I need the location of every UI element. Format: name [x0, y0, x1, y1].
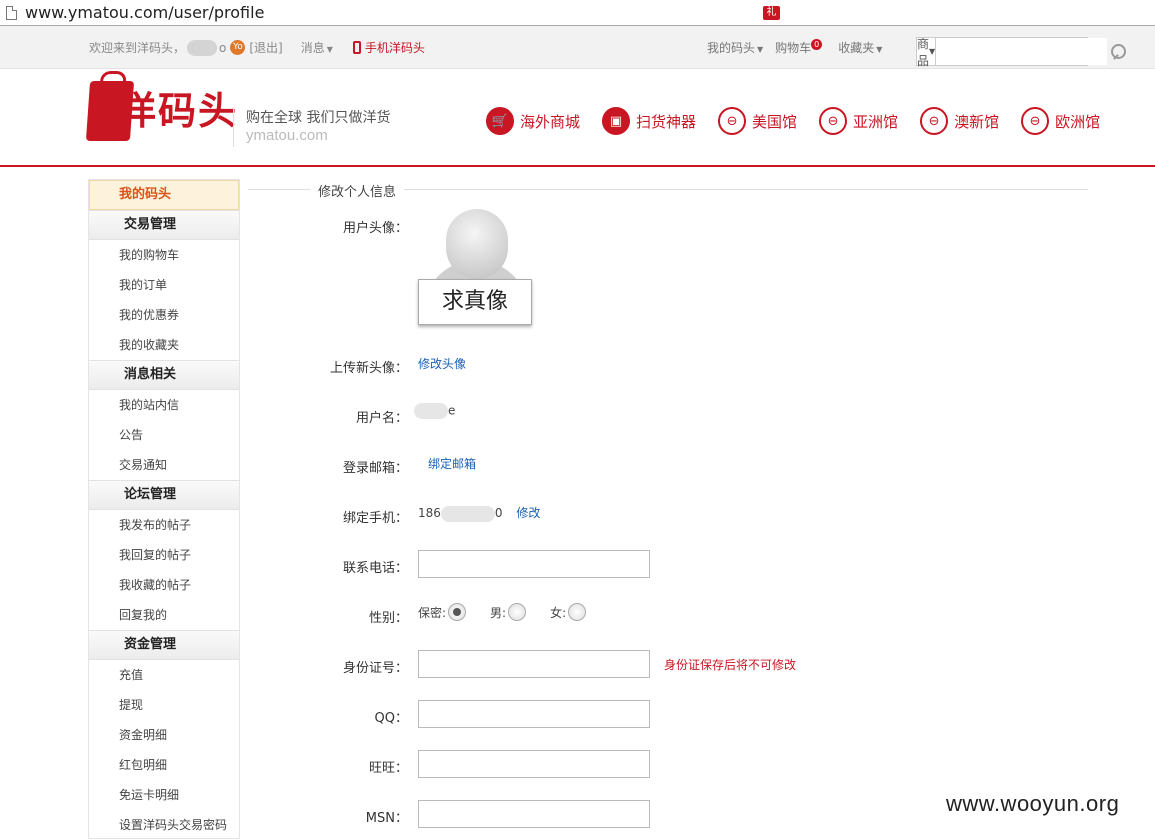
nav-europe-hall[interactable]: ⊖ 欧洲馆: [1021, 107, 1100, 135]
nav-overseas-mall[interactable]: 🛒 海外商城: [486, 107, 580, 135]
sidebar-item-redpacket-details[interactable]: 红包明细: [89, 750, 239, 780]
search-input[interactable]: [936, 38, 1108, 65]
nav-scan-tool[interactable]: ▣ 扫货神器: [602, 107, 696, 135]
bind-email-link[interactable]: 绑定邮箱: [428, 455, 476, 472]
username-redacted: [414, 403, 448, 419]
sidebar-section-messages: 消息相关: [89, 360, 239, 390]
avatar: 求真像: [418, 209, 532, 327]
gender-radio-female[interactable]: [568, 603, 587, 621]
search-category-select[interactable]: 商品 ▼: [917, 37, 937, 68]
url-text[interactable]: www.ymatou.com/user/profile: [25, 3, 264, 22]
main-nav: 🛒 海外商城 ▣ 扫货神器 ⊖ 美国馆 ⊖ 亚洲馆 ⊖ 澳新馆 ⊖ 欧洲馆: [486, 107, 1122, 135]
msn-label: MSN：: [365, 811, 408, 826]
globe-icon: ⊖: [819, 107, 848, 135]
gender-radio-male[interactable]: [508, 603, 527, 621]
mobile-app-link[interactable]: 手机洋码头: [365, 39, 425, 56]
wangwang-label: 旺旺：: [368, 761, 408, 776]
nav-anz-hall[interactable]: ⊖ 澳新馆: [920, 107, 999, 135]
qq-input[interactable]: [418, 700, 650, 728]
sidebar-item-replies-to-me[interactable]: 回复我的: [89, 600, 239, 630]
sidebar-section-funds: 资金管理: [89, 630, 239, 660]
username-label: 用户名：: [355, 411, 408, 426]
my-ymt-menu[interactable]: 我的码头 ▼: [707, 39, 763, 56]
sidebar-item-orders[interactable]: 我的订单: [89, 270, 239, 300]
sidebar-item-trade-password[interactable]: 设置洋码头交易密码: [89, 810, 239, 840]
msn-input[interactable]: [418, 800, 650, 828]
id-number-input[interactable]: [418, 650, 650, 678]
sidebar-item-fund-details[interactable]: 资金明细: [89, 720, 239, 750]
globe-icon: ⊖: [1021, 107, 1050, 135]
page-icon: [6, 5, 17, 20]
mobile-phone-icon: [352, 41, 361, 54]
welcome-text: 欢迎来到洋码头，: [89, 41, 186, 55]
sidebar-item-my-replies[interactable]: 我回复的帖子: [89, 540, 239, 570]
slogan-domain: ymatou.com: [246, 127, 328, 144]
phone-label: 绑定手机：: [342, 511, 408, 526]
email-label: 登录邮箱：: [342, 461, 408, 476]
site-logo[interactable]: 洋码头: [85, 81, 239, 141]
cart-count-badge: 0: [811, 39, 823, 50]
qq-label: QQ：: [374, 711, 408, 726]
sidebar-item-announcements[interactable]: 公告: [89, 420, 239, 450]
browser-address-bar[interactable]: www.ymatou.com/user/profile: [0, 0, 1155, 26]
change-avatar-link[interactable]: 修改头像: [418, 355, 466, 372]
username-suffix: o: [219, 40, 227, 55]
id-number-label: 身份证号：: [342, 661, 408, 676]
sidebar-section-forum: 论坛管理: [89, 480, 239, 510]
sidebar-item-cart[interactable]: 我的购物车: [89, 240, 239, 270]
sidebar-item-favorites[interactable]: 我的收藏夹: [89, 330, 239, 360]
logout-link[interactable]: [退出]: [249, 39, 282, 56]
nav-asia-hall[interactable]: ⊖ 亚洲馆: [819, 107, 898, 135]
cart-icon: 🛒: [486, 107, 514, 135]
sidebar-top-my-ymt[interactable]: 我的码头: [89, 180, 239, 210]
slogan: 购在全球 我们只做洋货 ymatou.com: [233, 107, 390, 147]
favorites-menu[interactable]: 收藏夹 ▼: [838, 39, 882, 56]
sidebar-item-freeship-card[interactable]: 免运卡明细: [89, 780, 239, 810]
globe-icon: ⊖: [718, 107, 747, 135]
cart-link[interactable]: 购物车 0: [775, 39, 823, 56]
wangwang-input[interactable]: [418, 750, 650, 778]
sidebar-item-saved-posts[interactable]: 我收藏的帖子: [89, 570, 239, 600]
gender-option-secret-label: 保密:: [418, 605, 447, 620]
search-box: 商品 ▼: [916, 37, 1127, 68]
sidebar-item-my-posts[interactable]: 我发布的帖子: [89, 510, 239, 540]
phone-redacted: [440, 505, 495, 522]
shopping-bag-icon: [85, 81, 135, 141]
gender-option-female-label: 女:: [550, 605, 567, 620]
nav-us-hall[interactable]: ⊖ 美国馆: [718, 107, 797, 135]
sidebar-item-withdraw[interactable]: 提现: [89, 690, 239, 720]
tel-input[interactable]: [418, 550, 650, 578]
sidebar: 我的码头 交易管理 我的购物车 我的订单 我的优惠券 我的收藏夹 消息相关 我的…: [88, 179, 240, 839]
username-value: e: [414, 403, 455, 419]
bag-icon: ▣: [602, 107, 631, 135]
upload-avatar-label: 上传新头像：: [329, 361, 408, 376]
gender-radio-secret[interactable]: [448, 603, 467, 621]
avatar-placeholder-card: 求真像: [418, 279, 532, 325]
gift-badge: 礼: [763, 6, 780, 20]
sidebar-section-trade: 交易管理: [89, 210, 239, 240]
watermark: www.wooyun.org: [946, 791, 1120, 816]
messages-menu[interactable]: 消息 ▼: [301, 39, 333, 56]
slogan-text: 购在全球 我们只做洋货: [246, 110, 391, 126]
gender-label: 性别：: [368, 611, 408, 626]
sidebar-item-coupons[interactable]: 我的优惠券: [89, 300, 239, 330]
gender-option-male-label: 男:: [490, 605, 507, 620]
username-redacted: [187, 39, 218, 56]
change-phone-link[interactable]: 修改: [516, 506, 540, 520]
sidebar-item-inbox[interactable]: 我的站内信: [89, 390, 239, 420]
id-warning-text: 身份证保存后将不可修改: [664, 658, 797, 672]
avatar-head: [446, 209, 508, 279]
sidebar-item-trade-notices[interactable]: 交易通知: [89, 450, 239, 480]
sidebar-item-recharge[interactable]: 充值: [89, 660, 239, 690]
yo-badge-icon: Yo: [230, 40, 246, 55]
gender-radio-group: 保密: 男: 女:: [418, 603, 587, 621]
phone-value: 186 0 修改: [418, 505, 541, 522]
section-title: 修改个人信息: [310, 181, 405, 200]
site-header: 洋码头 购在全球 我们只做洋货 ymatou.com 🛒 海外商城 ▣ 扫货神器 ⊖…: [0, 69, 1155, 167]
globe-icon: ⊖: [920, 107, 949, 135]
brand-name: 洋码头: [118, 88, 239, 133]
tel-label: 联系电话：: [342, 561, 408, 576]
avatar-label: 用户头像：: [342, 221, 408, 236]
